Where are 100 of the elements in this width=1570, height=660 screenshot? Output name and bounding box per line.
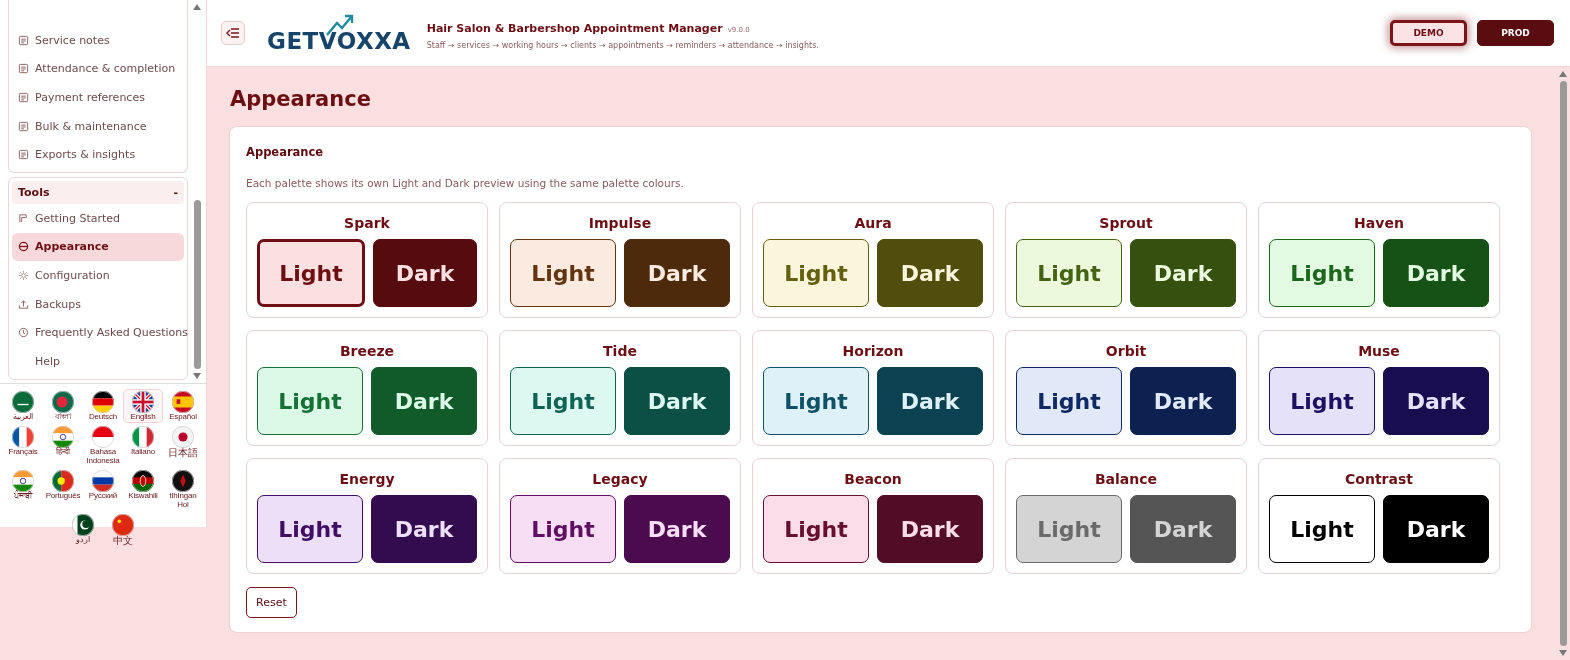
- nav-item[interactable]: Exports & insights: [12, 140, 184, 169]
- palette-card[interactable]: Haven Light Dark: [1258, 202, 1500, 318]
- flag-icon: [92, 470, 114, 493]
- palette-card[interactable]: Energy Light Dark: [246, 458, 488, 574]
- language-option[interactable]: 日本語: [163, 424, 203, 468]
- nav-item[interactable]: Service notes: [12, 26, 184, 55]
- language-option[interactable]: English: [123, 389, 163, 424]
- light-preview-button[interactable]: Light: [763, 239, 869, 307]
- nav-item[interactable]: Backups: [12, 289, 184, 319]
- sidebar-toggle-button[interactable]: [221, 21, 245, 45]
- light-preview-button[interactable]: Light: [257, 239, 365, 307]
- scroll-down-icon[interactable]: [193, 373, 201, 379]
- light-preview-button[interactable]: Light: [510, 495, 616, 563]
- dark-preview-button[interactable]: Dark: [1383, 239, 1489, 307]
- light-preview-button[interactable]: Light: [763, 367, 869, 435]
- palette-card[interactable]: Orbit Light Dark: [1005, 330, 1247, 446]
- collapse-toggle[interactable]: -: [173, 185, 178, 199]
- palette-name: Orbit: [1104, 343, 1148, 359]
- flag-outline-icon: [18, 212, 29, 224]
- nav-item[interactable]: Help: [12, 346, 184, 376]
- language-option[interactable]: ਪੰਜਾਬੀ: [3, 468, 43, 511]
- language-option[interactable]: اردو: [63, 511, 103, 549]
- dark-preview-button[interactable]: Dark: [1383, 367, 1489, 435]
- palette-name: Beacon: [843, 471, 903, 487]
- language-option[interactable]: العربية: [3, 389, 43, 424]
- dark-preview-button[interactable]: Dark: [877, 239, 983, 307]
- section-header[interactable]: Tools -: [12, 180, 184, 204]
- palette-card[interactable]: Aura Light Dark: [752, 202, 994, 318]
- palette-card[interactable]: Horizon Light Dark: [752, 330, 994, 446]
- palette-card[interactable]: Sprout Light Dark: [1005, 202, 1247, 318]
- light-preview-button[interactable]: Light: [1016, 367, 1122, 435]
- light-preview-button[interactable]: Light: [1269, 495, 1375, 563]
- language-option[interactable]: 中文: [103, 511, 143, 549]
- document-icon: [18, 63, 29, 75]
- dark-preview-button[interactable]: Dark: [371, 367, 477, 435]
- light-preview-button[interactable]: Light: [257, 495, 363, 563]
- light-preview-button[interactable]: Light: [1016, 495, 1122, 563]
- language-option[interactable]: Italiano: [123, 424, 163, 468]
- dark-preview-button[interactable]: Dark: [877, 367, 983, 435]
- dark-preview-button[interactable]: Dark: [1130, 495, 1236, 563]
- light-preview-button[interactable]: Light: [510, 239, 616, 307]
- flag-icon: [172, 426, 194, 449]
- palette-card[interactable]: Breeze Light Dark: [246, 330, 488, 446]
- language-option[interactable]: Deutsch: [83, 389, 123, 424]
- scroll-up-icon[interactable]: [193, 4, 201, 10]
- nav-item[interactable]: Getting Started: [12, 203, 184, 233]
- language-option[interactable]: tlhIngan Hol: [163, 468, 203, 511]
- dark-preview-button[interactable]: Dark: [1383, 495, 1489, 563]
- palette-card[interactable]: Beacon Light Dark: [752, 458, 994, 574]
- language-option[interactable]: বাংলা: [43, 389, 83, 424]
- palette-name: Haven: [1353, 215, 1405, 231]
- dark-preview-button[interactable]: Dark: [624, 495, 730, 563]
- palette-card[interactable]: Legacy Light Dark: [499, 458, 741, 574]
- palette-card[interactable]: Impulse Light Dark: [499, 202, 741, 318]
- dark-preview-button[interactable]: Dark: [1130, 239, 1236, 307]
- language-option[interactable]: Français: [3, 424, 43, 468]
- scrollbar-thumb[interactable]: [1559, 81, 1567, 646]
- dark-preview-button[interactable]: Dark: [624, 367, 730, 435]
- nav-item[interactable]: Attendance & completion: [12, 54, 184, 84]
- nav-item[interactable]: Bulk & maintenance: [12, 111, 184, 141]
- scroll-down-icon[interactable]: [1559, 650, 1567, 656]
- nav-item[interactable]: Appearance: [12, 232, 184, 262]
- language-option[interactable]: Русский: [83, 468, 123, 511]
- flag-icon: [132, 426, 154, 449]
- dark-preview-button[interactable]: Dark: [1130, 367, 1236, 435]
- mode-button[interactable]: PROD: [1477, 20, 1554, 46]
- upload-icon: [18, 298, 29, 310]
- scrollbar-thumb[interactable]: [193, 200, 201, 369]
- light-preview-button[interactable]: Light: [1016, 239, 1122, 307]
- light-preview-button[interactable]: Light: [1269, 367, 1375, 435]
- language-option[interactable]: Português: [43, 468, 83, 511]
- palette-name: Contrast: [1344, 471, 1414, 487]
- palette-card[interactable]: Contrast Light Dark: [1258, 458, 1500, 574]
- language-option[interactable]: Bahasa Indonesia: [83, 424, 123, 468]
- light-preview-button[interactable]: Light: [1269, 239, 1375, 307]
- palette-card[interactable]: Spark Light Dark: [246, 202, 488, 318]
- reset-button[interactable]: Reset: [246, 587, 297, 618]
- dark-preview-button[interactable]: Dark: [371, 495, 477, 563]
- dark-preview-button[interactable]: Dark: [877, 495, 983, 563]
- palette-card[interactable]: Balance Light Dark: [1005, 458, 1247, 574]
- palette-icon: [18, 241, 29, 253]
- nav-item[interactable]: Payment references: [12, 83, 184, 112]
- mode-button[interactable]: DEMO: [1390, 20, 1467, 46]
- light-preview-button[interactable]: Light: [763, 495, 869, 563]
- flag-icon: [52, 470, 74, 493]
- light-preview-button[interactable]: Light: [257, 367, 363, 435]
- flag-icon: [12, 426, 34, 449]
- palette-card[interactable]: Tide Light Dark: [499, 330, 741, 446]
- nav-item[interactable]: Configuration: [12, 261, 184, 290]
- flag-icon: [92, 391, 114, 413]
- language-option[interactable]: Español: [163, 389, 203, 424]
- dark-preview-button[interactable]: Dark: [624, 239, 730, 307]
- document-icon: [18, 149, 29, 161]
- language-option[interactable]: हिन्दी: [43, 424, 83, 468]
- language-option[interactable]: Kiswahili: [123, 468, 163, 511]
- help-icon: [18, 327, 29, 339]
- scroll-up-icon[interactable]: [1559, 71, 1567, 77]
- palette-card[interactable]: Muse Light Dark: [1258, 330, 1500, 446]
- light-preview-button[interactable]: Light: [510, 367, 616, 435]
- dark-preview-button[interactable]: Dark: [373, 239, 477, 307]
